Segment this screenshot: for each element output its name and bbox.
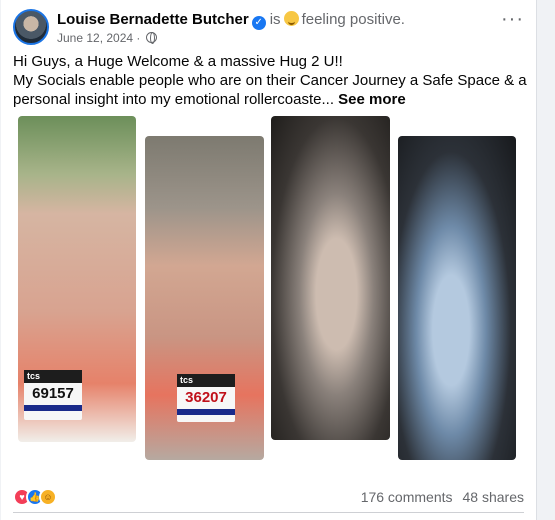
bib-brand: tcs bbox=[177, 374, 235, 387]
shares-count[interactable]: 48 shares bbox=[463, 489, 524, 505]
globe-icon bbox=[145, 32, 157, 44]
post-text-line-1: Hi Guys, a Huge Welcome & a massive Hug … bbox=[13, 53, 343, 70]
author-avatar[interactable] bbox=[13, 9, 49, 45]
bib-number: 69157 bbox=[32, 385, 74, 402]
photo-1[interactable]: tcs 69157 bbox=[18, 116, 136, 442]
bib-number: 36207 bbox=[185, 389, 227, 406]
post-text-line-2-content: My Socials enable people who are on thei… bbox=[13, 72, 527, 108]
more-options-button[interactable]: ··· bbox=[501, 9, 524, 29]
photo-3[interactable] bbox=[271, 116, 390, 440]
engagement-counts: 176 comments 48 shares bbox=[361, 489, 524, 505]
race-bib: tcs 36207 bbox=[177, 374, 235, 422]
relieved-face-emoji-icon bbox=[283, 11, 299, 26]
reactions-summary[interactable]: ♥ 👍 ☺ bbox=[13, 488, 63, 506]
comments-count[interactable]: 176 comments bbox=[361, 489, 453, 505]
photo-2[interactable]: tcs 36207 bbox=[145, 136, 264, 460]
post-date[interactable]: June 12, 2024 bbox=[57, 31, 133, 45]
verified-badge-icon: ✓ bbox=[251, 16, 266, 30]
post-text-line-2: My Socials enable people who are on thei… bbox=[13, 71, 533, 109]
bib-stripe bbox=[177, 409, 235, 415]
photo-4[interactable] bbox=[398, 136, 516, 460]
author-name[interactable]: Louise Bernadette Butcher bbox=[57, 11, 249, 28]
feeling-text: feeling positive. bbox=[301, 11, 405, 28]
see-more-link[interactable]: See more bbox=[338, 91, 406, 108]
footer-divider bbox=[13, 512, 524, 513]
post-text: Hi Guys, a Huge Welcome & a massive Hug … bbox=[13, 52, 533, 109]
status-verb: is bbox=[269, 11, 281, 28]
author-line: Louise Bernadette Butcher ✓ is feeling posi… bbox=[57, 11, 405, 30]
post-footer: ♥ 👍 ☺ 176 comments 48 shares bbox=[13, 486, 524, 508]
post-card: Louise Bernadette Butcher ✓ is feeling posi… bbox=[1, 0, 537, 520]
bib-stripe bbox=[24, 405, 82, 411]
post-header: Louise Bernadette Butcher ✓ is feeling posi… bbox=[13, 9, 524, 49]
photo-gallery: tcs 69157 tcs 36207 bbox=[1, 112, 537, 467]
care-reaction-icon: ☺ bbox=[39, 488, 57, 506]
bib-brand: tcs bbox=[24, 370, 82, 383]
race-bib: tcs 69157 bbox=[24, 370, 82, 420]
post-meta: June 12, 2024 · bbox=[57, 31, 157, 45]
